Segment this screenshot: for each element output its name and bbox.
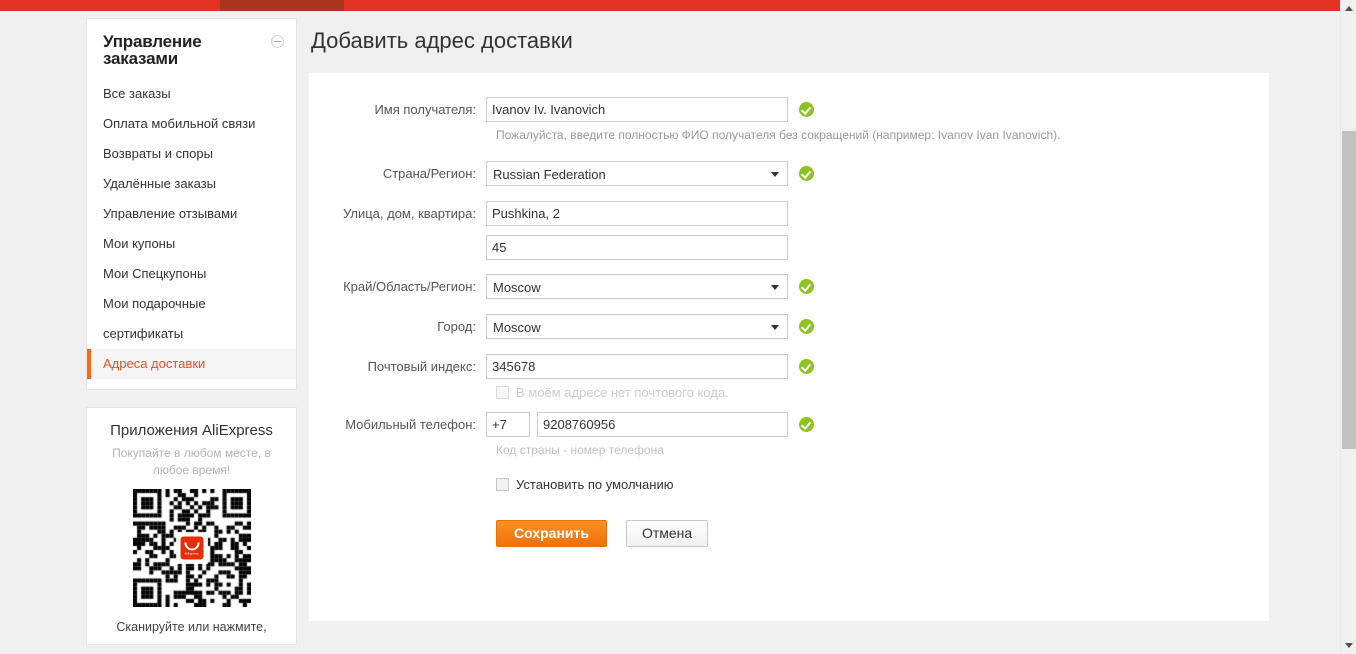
sidebar: Управление заказами Все заказы Оплата мо… [86, 18, 297, 645]
phone-hint: Код страны - номер телефона [496, 443, 664, 457]
form-actions: Сохранить Отмена [496, 520, 1269, 547]
field-row-phone: Мобильный телефон: [309, 412, 1269, 438]
shipping-address-form: Имя получателя: Пожалуйста, введите полн… [309, 73, 1269, 547]
phone-label: Мобильный телефон: [345, 417, 476, 432]
region-select-value: Moscow [493, 280, 541, 295]
no-zip-checkbox-row: В моём адресе нет почтового кода. [496, 385, 1269, 400]
app-promo-title: Приложения AliExpress [110, 422, 273, 439]
sidebar-item-mobile-topup[interactable]: Оплата мобильной связи [87, 109, 296, 139]
minus-circle-icon[interactable] [271, 35, 284, 48]
city-select-value: Moscow [493, 320, 541, 335]
page-title: Добавить адрес доставки [311, 28, 573, 53]
chevron-up-icon [1345, 6, 1353, 11]
aliexpress-logo-icon: AliExpress [178, 534, 205, 562]
city-label: Город: [437, 319, 476, 334]
default-address-checkbox[interactable] [496, 478, 509, 491]
scroll-up-button[interactable] [1341, 0, 1356, 17]
app-qr-code[interactable]: AliExpress [132, 489, 251, 607]
region-label: Край/Область/Регион: [343, 279, 476, 294]
app-promo-subtitle: Покупайте в любом месте, в любое время! [112, 446, 271, 477]
cancel-button[interactable]: Отмена [625, 520, 709, 547]
field-row-zip: Почтовый индекс: [309, 354, 1269, 380]
valid-check-icon-city [799, 319, 814, 335]
street-address-input[interactable] [486, 201, 788, 226]
default-address-checkbox-label: Установить по умолчанию [516, 477, 674, 492]
valid-check-icon-zip [799, 359, 814, 375]
field-row-country: Страна/Регион: Russian Federation [309, 161, 1269, 187]
recipient-hint: Пожалуйста, введите полностью ФИО получа… [496, 128, 1061, 142]
default-address-checkbox-row: Установить по умолчанию [496, 477, 1269, 492]
no-zip-checkbox[interactable] [496, 386, 509, 399]
sidebar-title: Управление заказами [103, 32, 202, 68]
chevron-down-icon [1345, 643, 1353, 648]
sidebar-item-my-coupons[interactable]: Мои купоны [87, 229, 296, 259]
site-top-bar [0, 0, 1340, 11]
sidebar-item-my-gift-cards-line2[interactable]: сертификаты [87, 319, 296, 349]
zip-code-input[interactable] [486, 354, 788, 379]
sidebar-item-deleted-orders[interactable]: Удалённые заказы [87, 169, 296, 199]
site-top-bar-segment [220, 0, 344, 11]
recipient-label: Имя получателя: [374, 102, 476, 117]
main-content: Добавить адрес доставки Имя получателя: … [309, 11, 1272, 621]
app-promo-panel: Приложения AliExpress Покупайте в любом … [86, 407, 297, 645]
valid-check-icon-recipient [799, 102, 814, 118]
vertical-scrollbar[interactable] [1340, 0, 1356, 654]
sidebar-item-returns-disputes[interactable]: Возвраты и споры [87, 139, 296, 169]
app-promo-footer: Сканируйте или нажмите, [116, 620, 267, 634]
sidebar-header: Управление заказами [87, 19, 296, 77]
sidebar-nav-list: Все заказы Оплата мобильной связи Возвра… [87, 77, 296, 389]
address-form-card: Имя получателя: Пожалуйста, введите полн… [309, 73, 1269, 621]
page-canvas: Управление заказами Все заказы Оплата мо… [0, 11, 1340, 654]
region-select[interactable]: Moscow [486, 274, 788, 299]
field-row-region: Край/Область/Регион: Moscow [309, 274, 1269, 300]
chevron-down-icon-country [771, 172, 779, 177]
aliexpress-logo-label: AliExpress [184, 551, 199, 555]
recipient-name-input[interactable] [486, 97, 788, 122]
phone-country-code-input[interactable] [486, 412, 530, 437]
field-row-street: Улица, дом, квартира: [309, 201, 1269, 227]
zip-label: Почтовый индекс: [367, 359, 476, 374]
street-label: Улица, дом, квартира: [342, 206, 476, 221]
country-select-value: Russian Federation [493, 167, 606, 182]
sidebar-item-my-gift-cards-line1[interactable]: Мои подарочные [87, 289, 296, 319]
field-row-recipient: Имя получателя: [309, 97, 1269, 123]
phone-number-input[interactable] [537, 412, 788, 437]
scroll-down-button[interactable] [1341, 637, 1356, 654]
sidebar-item-all-orders[interactable]: Все заказы [87, 79, 296, 109]
field-row-city: Город: Moscow [309, 314, 1269, 340]
sidebar-item-my-select-coupons[interactable]: Мои Спецкупоны [87, 259, 296, 289]
valid-check-icon-region [799, 279, 814, 295]
valid-check-icon-country [799, 166, 814, 182]
chevron-down-icon-city [771, 325, 779, 330]
street-address-2-input[interactable] [486, 235, 788, 260]
sidebar-item-shipping-addresses[interactable]: Адреса доставки [87, 349, 296, 379]
chevron-down-icon-region [771, 285, 779, 290]
save-button[interactable]: Сохранить [496, 520, 607, 547]
sidebar-nav-panel: Управление заказами Все заказы Оплата мо… [86, 18, 297, 390]
country-select[interactable]: Russian Federation [486, 161, 788, 186]
field-row-street-2 [309, 235, 1269, 260]
scrollbar-thumb[interactable] [1342, 131, 1356, 449]
country-label: Страна/Регион: [382, 166, 476, 181]
no-zip-checkbox-label: В моём адресе нет почтового кода. [516, 385, 729, 400]
sidebar-item-feedback-management[interactable]: Управление отзывами [87, 199, 296, 229]
valid-check-icon-phone [799, 417, 814, 433]
city-select[interactable]: Moscow [486, 314, 788, 339]
